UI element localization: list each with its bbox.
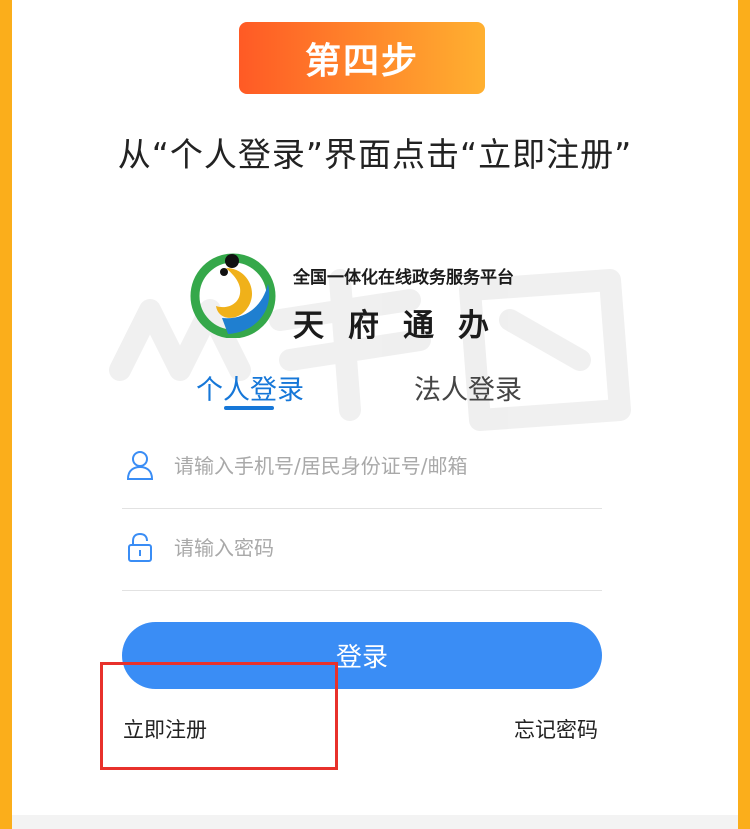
step-badge: 第四步 xyxy=(239,22,485,94)
frame-left-border xyxy=(0,0,12,829)
instruction-text: 从“个人登录”界面点击“立即注册” xyxy=(117,135,633,174)
active-tab-indicator xyxy=(224,406,274,410)
password-input[interactable] xyxy=(172,530,596,566)
lock-icon xyxy=(128,532,152,562)
bottom-strip xyxy=(12,815,738,829)
user-icon xyxy=(126,451,154,480)
forgot-password-link[interactable]: 忘记密码 xyxy=(514,714,598,744)
highlight-box xyxy=(100,662,338,770)
tab-legal-login[interactable]: 法人登录 xyxy=(414,368,522,407)
username-input[interactable] xyxy=(172,448,596,484)
frame-right-border xyxy=(738,0,750,829)
password-field xyxy=(122,508,602,591)
username-field xyxy=(122,426,602,509)
tianfu-logo xyxy=(190,253,276,338)
platform-subtitle: 全国一体化在线政务服务平台 xyxy=(293,268,514,288)
platform-name: 天府通办 xyxy=(293,308,513,344)
tab-personal-login[interactable]: 个人登录 xyxy=(196,368,304,407)
